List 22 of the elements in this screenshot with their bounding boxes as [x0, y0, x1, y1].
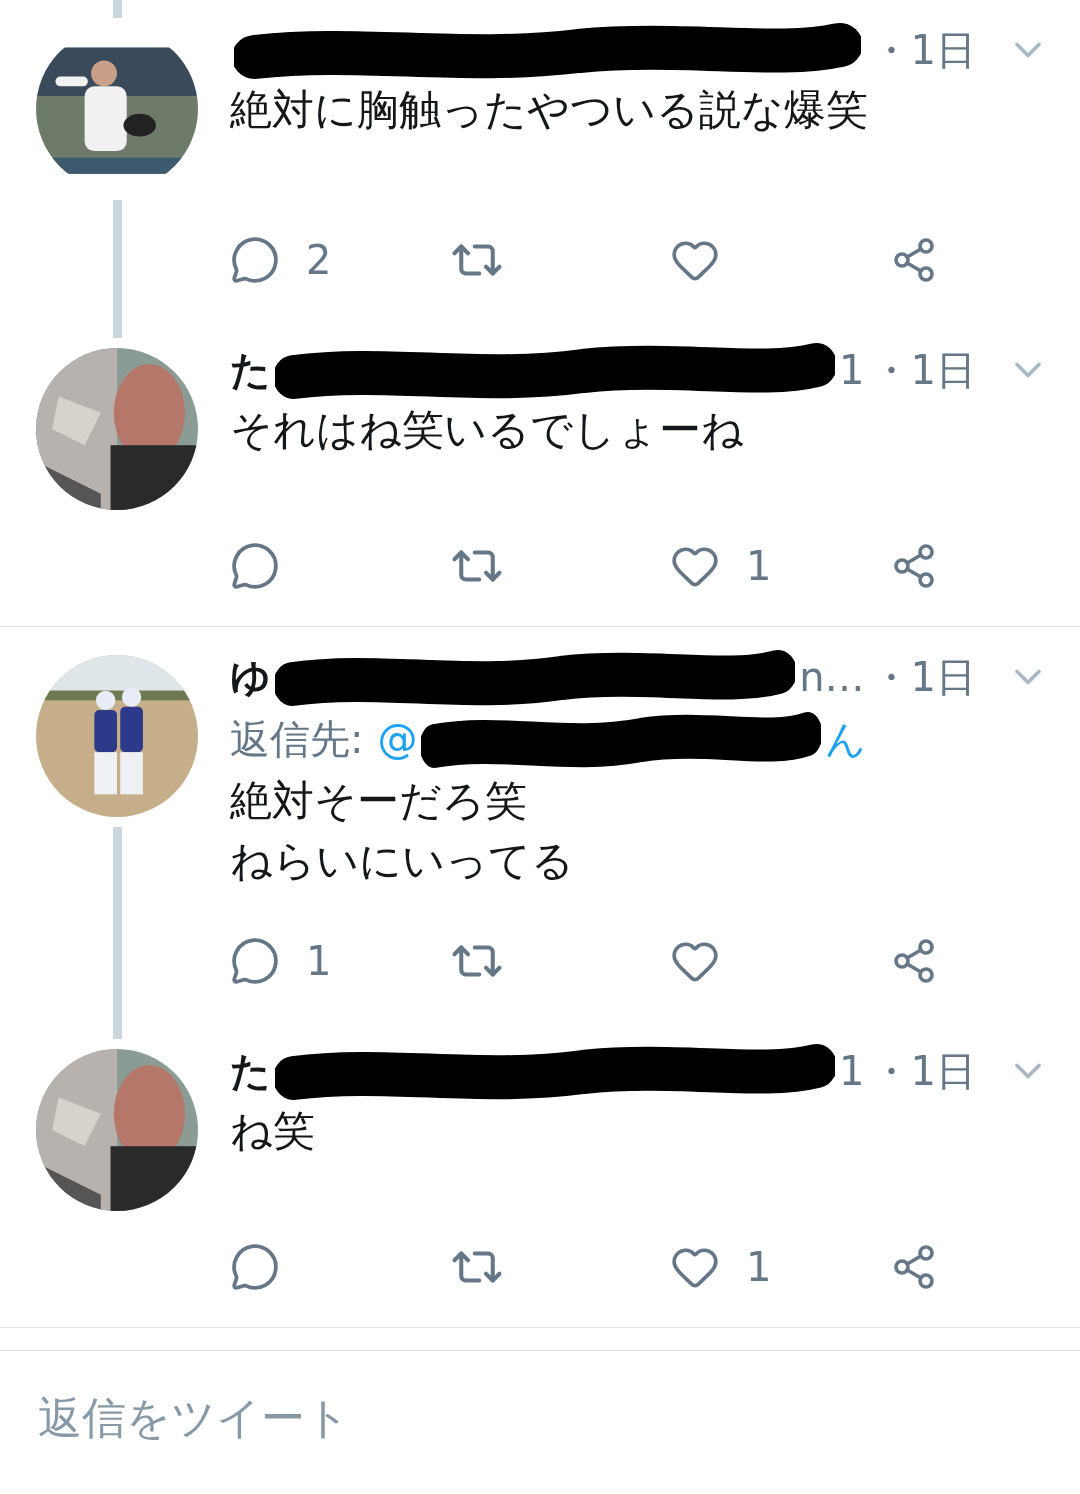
- user-handle: n…: [799, 654, 865, 700]
- like-count: 1: [746, 543, 772, 589]
- like-count: 1: [746, 1244, 772, 1290]
- reply-label: 返信先:: [230, 714, 364, 764]
- reply-count: 2: [306, 237, 332, 283]
- tweet-text: ねらいにいってる: [230, 835, 575, 887]
- timestamp: ・1日: [870, 25, 976, 75]
- user-name: ゆ: [230, 652, 271, 702]
- tweet-text: 絶対に胸触ったやついる説な爆笑: [230, 84, 869, 136]
- timestamp: ・1日: [870, 652, 976, 702]
- timestamp: ・1日: [870, 1046, 976, 1096]
- timestamp: ・1日: [870, 345, 976, 395]
- user-name: た: [230, 1046, 271, 1096]
- mention-link[interactable]: @: [377, 716, 418, 762]
- mention-link[interactable]: ん: [825, 711, 867, 767]
- user-handle: 1: [839, 1048, 865, 1094]
- user-handle: 1: [839, 347, 865, 393]
- tweet-text: 絶対そーだろ笑: [230, 775, 528, 827]
- reply-count: 1: [306, 938, 332, 984]
- tweet-text: それはね笑いるでしょーね: [230, 404, 745, 456]
- user-name: た: [230, 345, 271, 395]
- tweet-text: ね笑: [230, 1105, 316, 1157]
